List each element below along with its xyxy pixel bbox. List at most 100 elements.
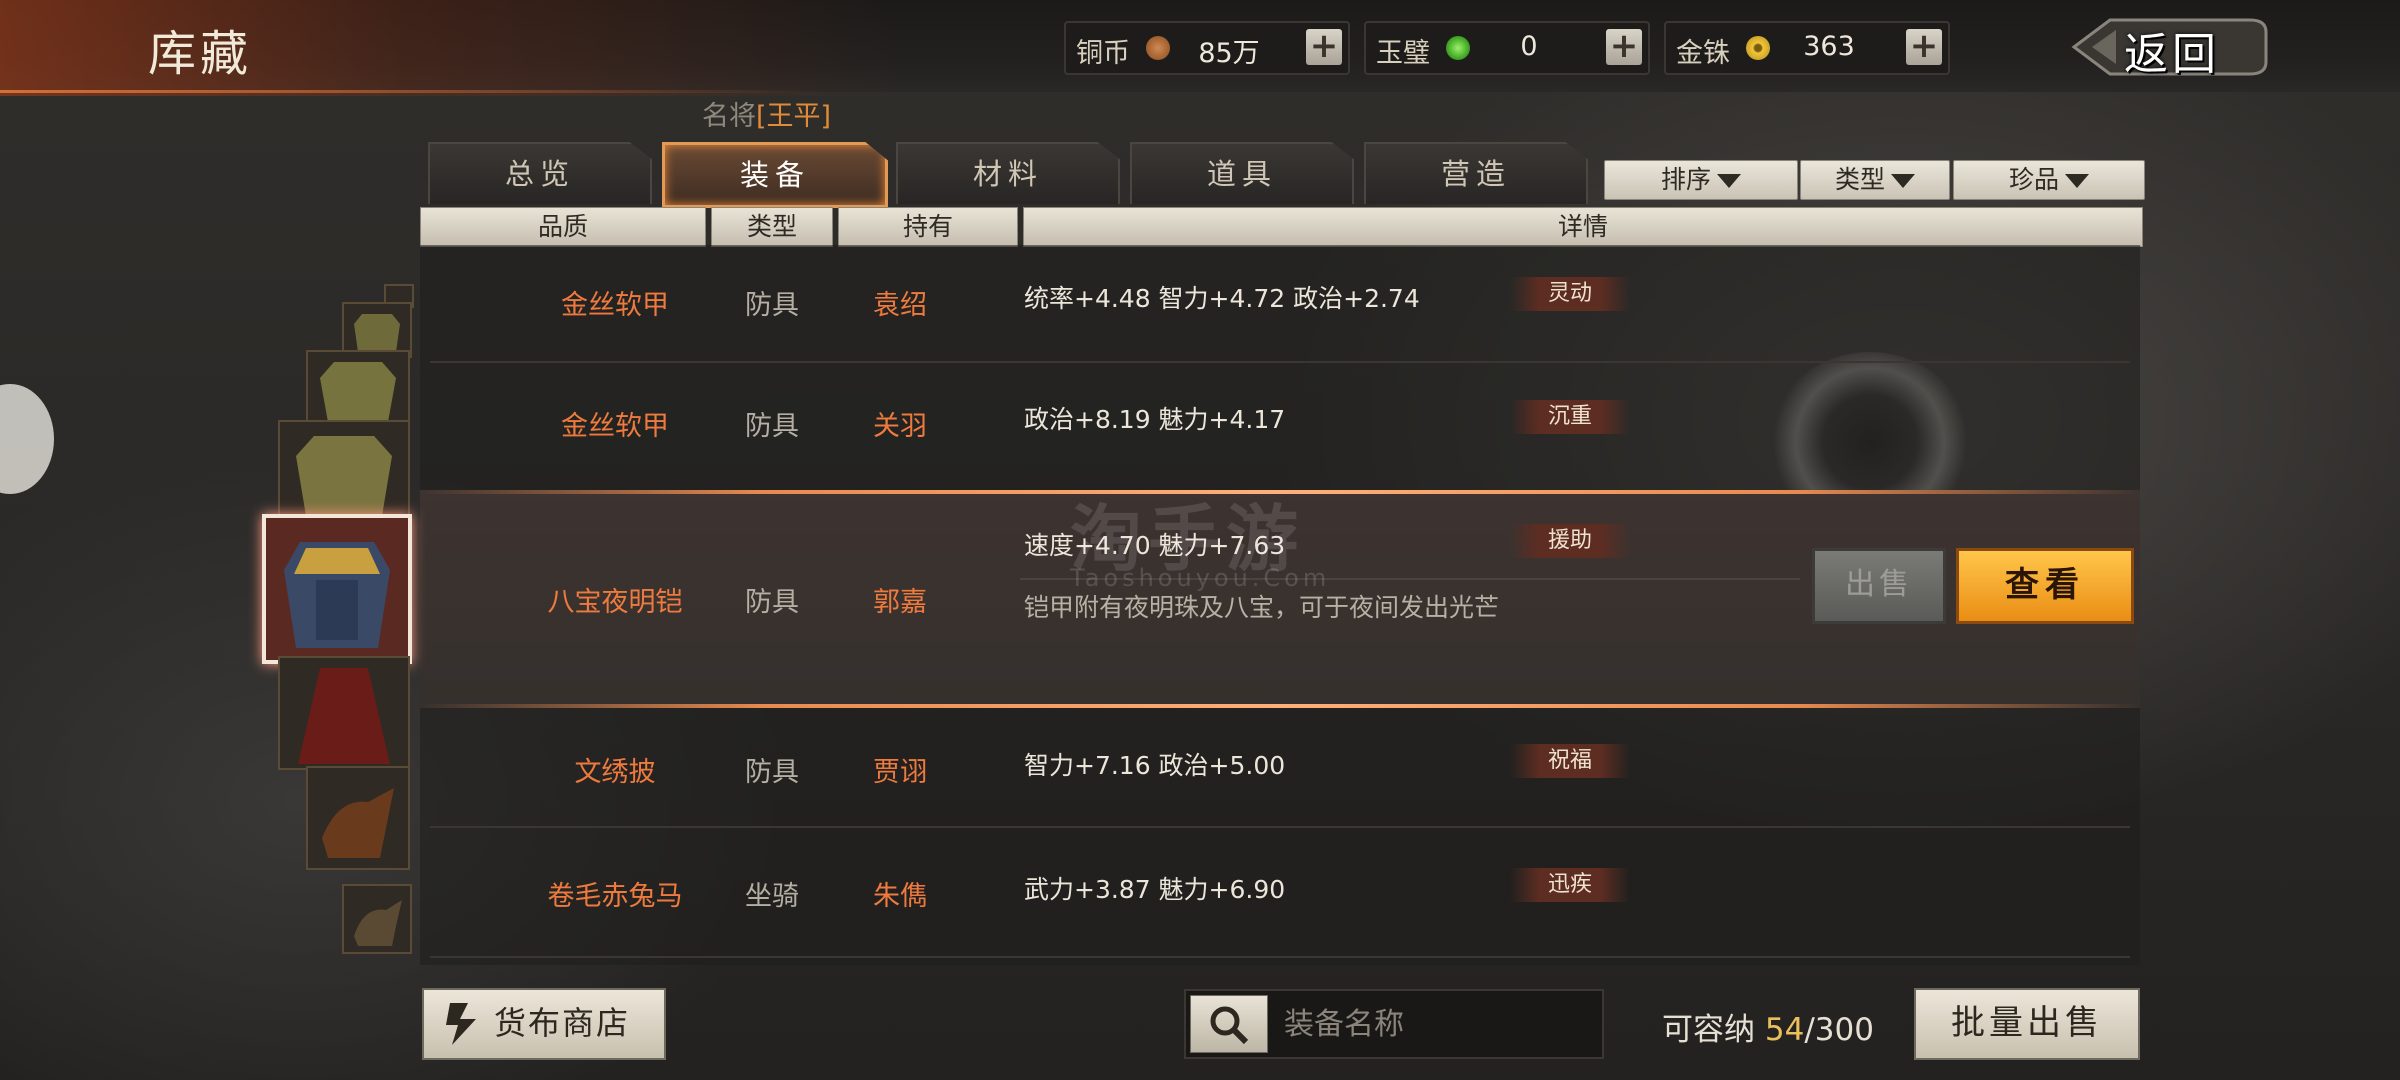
column-detail: 详情: [1023, 207, 2143, 247]
page-title: 库藏: [148, 26, 253, 82]
currency-jade: 玉璧 0 +: [1364, 21, 1650, 75]
item-trait: 祝福: [1510, 744, 1630, 778]
back-label: 返回: [2124, 29, 2220, 80]
sort-label: 排序: [1660, 165, 1711, 194]
currency-value: 85万: [1198, 38, 1260, 69]
item-type: 坐骑: [745, 881, 799, 912]
table-row[interactable]: 卷毛赤兔马 坐骑 朱儁 武力+3.87 魅力+6.90 迅疾: [420, 834, 2140, 958]
table-row[interactable]: 文绣披 防具 贾诩 智力+7.16 政治+5.00 祝福: [420, 712, 2140, 828]
add-copper-button[interactable]: +: [1306, 29, 1342, 65]
title-glow: [0, 0, 900, 96]
hero-prefix: 名将: [702, 101, 756, 132]
item-type: 防具: [745, 411, 799, 442]
jade-coin-icon: [1446, 36, 1470, 60]
capacity-current: 54: [1764, 1012, 1805, 1048]
item-name: 八宝夜明铠: [547, 587, 683, 618]
column-type[interactable]: 类型: [711, 207, 833, 247]
currency-shop-button[interactable]: 货布商店: [422, 988, 666, 1060]
sort-dropdown[interactable]: 排序: [1604, 160, 1798, 200]
thumbnail-selected-armor[interactable]: [262, 514, 412, 664]
item-type: 防具: [745, 290, 799, 321]
rarity-dropdown[interactable]: 珍品: [1953, 160, 2145, 200]
search-input[interactable]: [1282, 999, 1586, 1049]
row-divider: [430, 826, 2130, 828]
item-stats: 智力+7.16 政治+5.00: [1024, 751, 1286, 780]
column-quality[interactable]: 品质: [420, 207, 706, 247]
table-row[interactable]: 金丝软甲 防具 袁绍 统率+4.48 智力+4.72 政治+2.74 灵动: [420, 255, 2140, 363]
capacity-label: 可容纳: [1662, 1012, 1755, 1048]
batch-sell-button[interactable]: 批量出售: [1914, 988, 2140, 1060]
thumbnail-armor[interactable]: [278, 420, 410, 520]
item-type: 防具: [745, 587, 799, 618]
tab-overview[interactable]: 总览: [428, 142, 652, 204]
gold-coin-icon: [1746, 36, 1770, 60]
copper-coin-icon: [1146, 36, 1170, 60]
search-icon: [1210, 1006, 1249, 1045]
item-owner: 朱儁: [873, 881, 927, 912]
watermark-url: Taoshouyou.Com: [1070, 564, 1331, 592]
selected-border-bottom: [420, 704, 2140, 708]
item-type: 防具: [745, 757, 799, 788]
currency-copper: 铜币 85万 +: [1064, 21, 1350, 75]
horse-icon: [322, 788, 394, 858]
currency-shop-label: 货布商店: [494, 1004, 631, 1042]
item-owner: 贾诩: [873, 757, 927, 788]
lightning-icon: [446, 1003, 476, 1045]
tab-construction[interactable]: 营造: [1364, 142, 1588, 204]
item-stats: 武力+3.87 魅力+6.90: [1024, 875, 1286, 904]
thumbnail-armor[interactable]: [306, 350, 410, 426]
item-name: 金丝软甲: [561, 411, 669, 442]
chevron-down-icon: [1891, 174, 1915, 188]
eight-treasure-armor-icon: [266, 518, 408, 660]
back-button[interactable]: 返回: [2070, 12, 2270, 82]
search-box: [1184, 989, 1604, 1059]
item-owner: 郭嘉: [873, 587, 927, 618]
title-underline: [0, 90, 820, 93]
currency-label: 金铢: [1676, 38, 1730, 69]
rarity-label: 珍品: [2008, 165, 2059, 194]
table-row[interactable]: 金丝软甲 防具 关羽 政治+8.19 魅力+4.17 沉重: [420, 368, 2140, 486]
item-name: 金丝软甲: [561, 290, 669, 321]
capacity-max: /300: [1804, 1012, 1874, 1048]
horse-icon: [354, 900, 402, 946]
item-trait: 迅疾: [1510, 868, 1630, 902]
item-owner: 关羽: [873, 411, 927, 442]
row-divider: [430, 361, 2130, 363]
item-name: 文绣披: [574, 757, 656, 788]
armor-icon: [354, 314, 400, 352]
item-name: 卷毛赤兔马: [547, 881, 683, 912]
cloak-icon: [298, 668, 390, 764]
type-dropdown[interactable]: 类型: [1800, 160, 1950, 200]
search-button[interactable]: [1190, 995, 1268, 1053]
add-jade-button[interactable]: +: [1606, 29, 1642, 65]
currency-gold: 金铢 363 +: [1664, 21, 1950, 75]
currency-label: 玉璧: [1376, 38, 1430, 69]
capacity-display: 可容纳 54/300: [1662, 1004, 1874, 1049]
armor-icon: [296, 436, 392, 516]
column-owner[interactable]: 持有: [838, 207, 1018, 247]
item-trait: 沉重: [1510, 400, 1630, 434]
row-divider: [430, 956, 2130, 958]
currency-label: 铜币: [1076, 38, 1130, 69]
tab-materials[interactable]: 材料: [896, 142, 1120, 204]
item-trait: 灵动: [1510, 277, 1630, 311]
currency-value: 0: [1520, 31, 1538, 62]
tab-items[interactable]: 道具: [1130, 142, 1354, 204]
type-label: 类型: [1834, 165, 1885, 194]
currency-value: 363: [1803, 31, 1855, 62]
chevron-down-icon: [1717, 174, 1741, 188]
chevron-down-icon: [2065, 174, 2089, 188]
item-stats: 统率+4.48 智力+4.72 政治+2.74: [1024, 284, 1420, 313]
thumbnail-cloak[interactable]: [278, 656, 410, 770]
item-description: 铠甲附有夜明珠及八宝，可于夜间发出光芒: [1024, 593, 1500, 622]
view-button[interactable]: 查看: [1956, 548, 2134, 624]
thumbnail-horse[interactable]: [306, 766, 410, 870]
tab-equipment[interactable]: 装备: [662, 142, 888, 208]
item-trait: 援助: [1510, 524, 1630, 558]
item-owner: 袁绍: [873, 290, 927, 321]
item-stats: 政治+8.19 魅力+4.17: [1024, 405, 1286, 434]
thumbnail-horse[interactable]: [342, 884, 412, 954]
hero-label: 名将[王平]: [702, 94, 831, 133]
add-gold-button[interactable]: +: [1906, 29, 1942, 65]
sell-button[interactable]: 出售: [1812, 548, 1946, 624]
